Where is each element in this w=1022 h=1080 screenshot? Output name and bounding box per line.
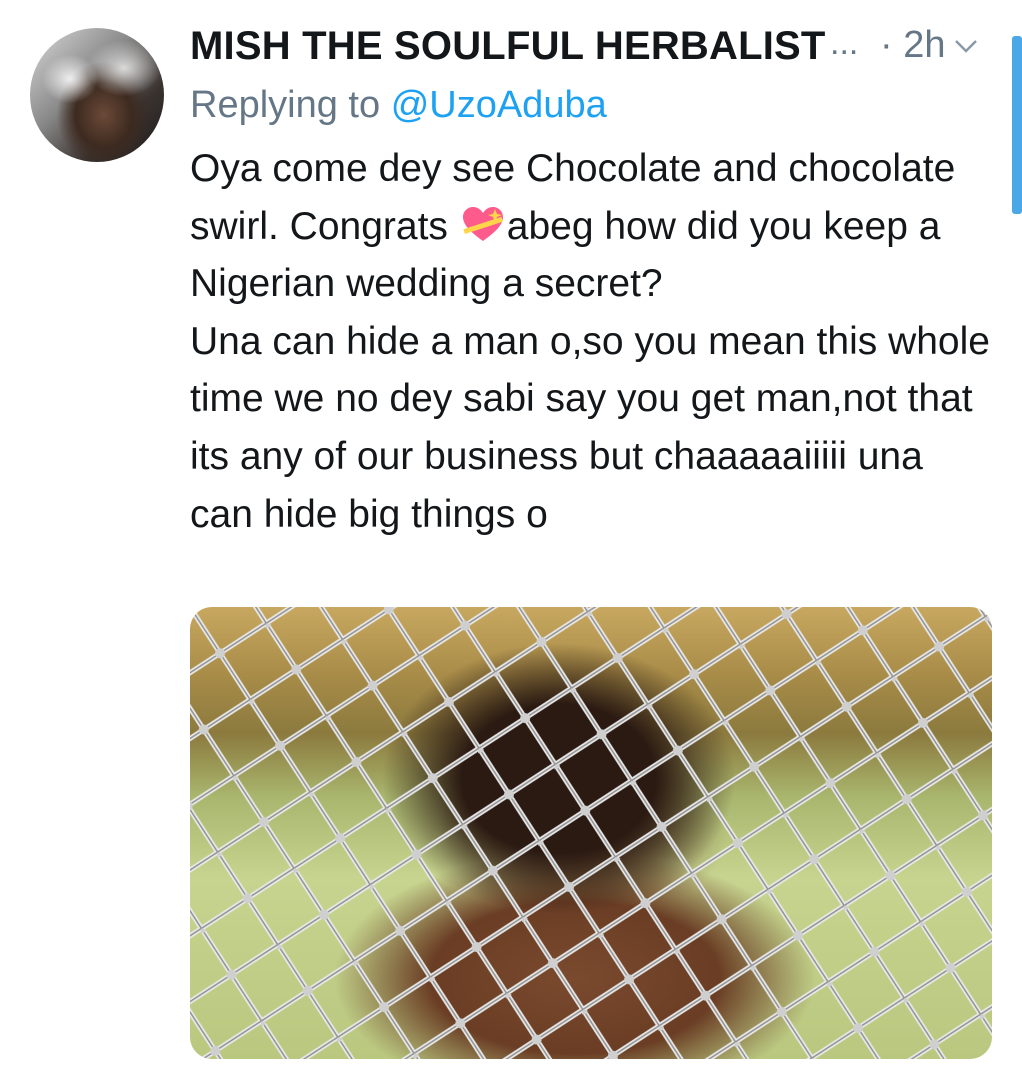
tweet-media-image[interactable] — [190, 607, 992, 1059]
chain-link-fence — [190, 607, 992, 1059]
name-truncation: ... — [830, 24, 859, 62]
timestamp[interactable]: · 2h — [880, 24, 946, 67]
timestamp-separator: · — [880, 24, 893, 66]
tweet-text-segment: Oya come dey see Chocolate and — [190, 147, 778, 190]
tweet-header: MISH THE SOULFUL HERBALIST ... · 2h — [190, 22, 990, 74]
tweet-text: Oya come dey see Chocolate and chocolate… — [190, 140, 990, 543]
scrollbar[interactable] — [1012, 36, 1022, 214]
tweet-paragraph-2: Una can hide a man o,so you mean this wh… — [190, 319, 990, 536]
sparkling-heart-emoji-icon — [462, 206, 503, 241]
reply-context: Replying to @UzoAduba — [190, 84, 607, 127]
display-name[interactable]: MISH THE SOULFUL HERBALIST — [190, 24, 826, 69]
reply-handle-link[interactable]: @UzoAduba — [391, 84, 607, 126]
chevron-down-icon[interactable] — [954, 34, 978, 58]
tweet-paragraph-1: Oya come dey see Chocolate and chocolate… — [190, 140, 990, 313]
timestamp-value: 2h — [903, 24, 946, 66]
reply-prefix: Replying to — [190, 84, 381, 126]
avatar[interactable] — [30, 28, 164, 162]
